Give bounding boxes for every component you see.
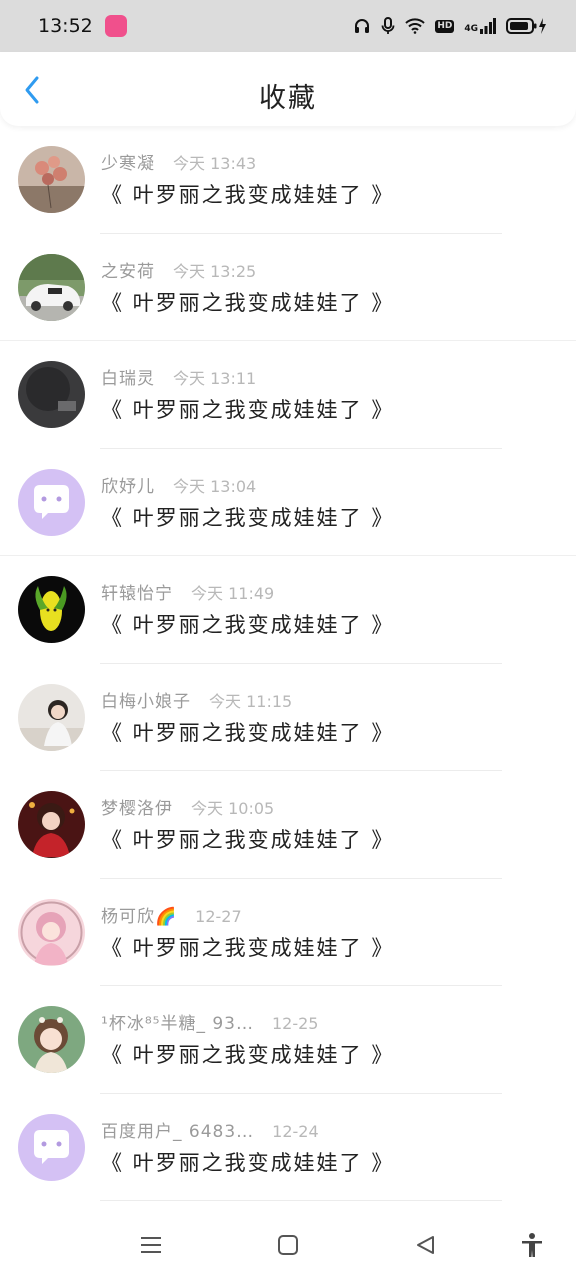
user-name[interactable]: 白瑞灵 bbox=[101, 364, 155, 389]
list-item[interactable]: 梦樱洛伊 今天 10:05 《 叶罗丽之我变成娃娃了 》 bbox=[0, 771, 576, 879]
collected-title[interactable]: 《 叶罗丽之我变成娃娃了 》 bbox=[101, 179, 394, 209]
battery-charging-icon bbox=[506, 18, 546, 34]
square-home-icon bbox=[278, 1235, 298, 1255]
collected-title[interactable]: 《 叶罗丽之我变成娃娃了 》 bbox=[101, 1147, 394, 1177]
collected-title[interactable]: 《 叶罗丽之我变成娃娃了 》 bbox=[101, 609, 394, 639]
divider bbox=[100, 1200, 502, 1201]
wifi-icon bbox=[405, 18, 426, 34]
accessibility-button[interactable] bbox=[517, 1230, 547, 1260]
item-meta: ¹杯冰⁸⁵半糖_ 93… 12-25 bbox=[101, 1009, 318, 1034]
item-meta: 之安荷 今天 13:25 bbox=[101, 257, 256, 282]
user-name[interactable]: 杨可欣🌈 bbox=[101, 902, 177, 927]
timestamp: 12-25 bbox=[271, 1014, 319, 1033]
avatar[interactable] bbox=[18, 1006, 85, 1073]
status-bar: 13:52 HD 4G bbox=[0, 0, 576, 52]
avatar[interactable] bbox=[18, 1113, 85, 1181]
user-name[interactable]: 百度用户_ 6483… bbox=[101, 1117, 254, 1142]
timestamp: 今天 13:43 bbox=[173, 154, 257, 173]
system-nav-bar bbox=[0, 1210, 576, 1280]
default-chat-avatar-icon bbox=[18, 1113, 85, 1181]
timestamp: 12-27 bbox=[195, 906, 242, 926]
item-meta: 白瑞灵 今天 13:11 bbox=[101, 364, 256, 389]
headphones-icon bbox=[355, 19, 370, 33]
status-time: 13:52 bbox=[38, 15, 93, 37]
collected-title[interactable]: 《 叶罗丽之我变成娃娃了 》 bbox=[101, 394, 394, 424]
item-meta: 杨可欣🌈 12-27 bbox=[101, 902, 242, 927]
collected-title[interactable]: 《 叶罗丽之我变成娃娃了 》 bbox=[101, 502, 394, 532]
home-button[interactable] bbox=[273, 1230, 303, 1260]
page-title: 收藏 bbox=[259, 83, 317, 114]
user-name[interactable]: 轩辕怡宁 bbox=[101, 579, 173, 604]
bilibili-app-icon bbox=[104, 15, 127, 37]
avatar[interactable] bbox=[18, 253, 85, 321]
accessibility-icon bbox=[522, 1233, 542, 1257]
menu-icon bbox=[141, 1237, 161, 1253]
favorites-list: 少寒凝 今天 13:43 《 叶罗丽之我变成娃娃了 》 之安荷 今天 13:25… bbox=[0, 126, 576, 1201]
timestamp: 今天 10:05 bbox=[191, 799, 275, 818]
item-meta: 梦樱洛伊 今天 10:05 bbox=[101, 794, 274, 819]
list-item[interactable]: 少寒凝 今天 13:43 《 叶罗丽之我变成娃娃了 》 bbox=[0, 126, 576, 234]
avatar[interactable] bbox=[18, 791, 85, 858]
collected-title[interactable]: 《 叶罗丽之我变成娃娃了 》 bbox=[101, 1039, 394, 1069]
microphone-icon bbox=[381, 17, 395, 34]
timestamp: 12-24 bbox=[272, 1121, 319, 1141]
list-item[interactable]: ¹杯冰⁸⁵半糖_ 93… 12-25 《 叶罗丽之我变成娃娃了 》 bbox=[0, 986, 576, 1094]
item-meta: 轩辕怡宁 今天 11:49 bbox=[101, 579, 274, 604]
avatar[interactable] bbox=[18, 683, 85, 751]
list-item[interactable]: 百度用户_ 6483… 12-24 《 叶罗丽之我变成娃娃了 》 bbox=[0, 1094, 576, 1201]
avatar[interactable] bbox=[18, 361, 85, 428]
list-item[interactable]: 轩辕怡宁 今天 11:49 《 叶罗丽之我变成娃娃了 》 bbox=[0, 556, 576, 664]
collected-title[interactable]: 《 叶罗丽之我变成娃娃了 》 bbox=[101, 717, 394, 747]
user-name[interactable]: 欣妤儿 bbox=[101, 472, 155, 497]
user-name[interactable]: ¹杯冰⁸⁵半糖_ 93… bbox=[101, 1009, 254, 1034]
item-meta: 白梅小娘子 今天 11:15 bbox=[101, 687, 292, 712]
signal-icon: 4G bbox=[464, 18, 496, 34]
list-item[interactable]: 欣妤儿 今天 13:04 《 叶罗丽之我变成娃娃了 》 bbox=[0, 449, 576, 556]
timestamp: 今天 13:04 bbox=[173, 476, 257, 496]
item-meta: 欣妤儿 今天 13:04 bbox=[101, 472, 256, 497]
back-nav-button[interactable] bbox=[410, 1230, 440, 1260]
menu-button[interactable] bbox=[136, 1230, 166, 1260]
collected-title[interactable]: 《 叶罗丽之我变成娃娃了 》 bbox=[101, 932, 394, 962]
status-icons: HD 4G bbox=[353, 17, 548, 35]
timestamp: 今天 13:25 bbox=[173, 261, 257, 281]
list-item[interactable]: 白瑞灵 今天 13:11 《 叶罗丽之我变成娃娃了 》 bbox=[0, 341, 576, 449]
avatar[interactable] bbox=[18, 898, 85, 966]
triangle-back-icon bbox=[417, 1236, 434, 1254]
collected-title[interactable]: 《 叶罗丽之我变成娃娃了 》 bbox=[101, 824, 394, 854]
timestamp: 今天 11:49 bbox=[191, 584, 275, 603]
item-meta: 百度用户_ 6483… 12-24 bbox=[101, 1117, 319, 1142]
list-item[interactable]: 之安荷 今天 13:25 《 叶罗丽之我变成娃娃了 》 bbox=[0, 234, 576, 341]
page-header: 收藏 bbox=[0, 52, 576, 126]
item-meta: 少寒凝 今天 13:43 bbox=[101, 149, 256, 174]
user-name[interactable]: 梦樱洛伊 bbox=[101, 794, 173, 819]
avatar[interactable] bbox=[18, 146, 85, 213]
list-item[interactable]: 杨可欣🌈 12-27 《 叶罗丽之我变成娃娃了 》 bbox=[0, 879, 576, 986]
list-item[interactable]: 白梅小娘子 今天 11:15 《 叶罗丽之我变成娃娃了 》 bbox=[0, 664, 576, 771]
collected-title[interactable]: 《 叶罗丽之我变成娃娃了 》 bbox=[101, 287, 394, 317]
user-name[interactable]: 少寒凝 bbox=[101, 149, 155, 174]
timestamp: 今天 11:15 bbox=[209, 691, 293, 711]
hd-badge: HD bbox=[435, 19, 455, 33]
network-label: 4G bbox=[464, 24, 478, 34]
avatar[interactable] bbox=[18, 576, 85, 643]
avatar[interactable] bbox=[18, 468, 85, 536]
user-name[interactable]: 之安荷 bbox=[101, 257, 155, 282]
default-chat-avatar-icon bbox=[18, 468, 85, 536]
user-name[interactable]: 白梅小娘子 bbox=[101, 687, 191, 712]
timestamp: 今天 13:11 bbox=[173, 369, 257, 388]
